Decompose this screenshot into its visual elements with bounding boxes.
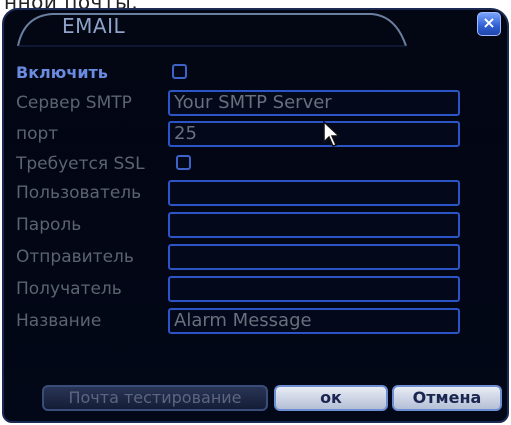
sender-label: Отправитель	[16, 247, 134, 267]
sender-row: Отправитель	[4, 244, 507, 272]
user-row: Пользователь	[4, 180, 507, 208]
ssl-label: Требуется SSL	[16, 154, 145, 174]
password-row: Пароль	[4, 212, 507, 240]
ssl-checkbox[interactable]	[176, 155, 191, 170]
dialog-title: EMAIL	[62, 14, 126, 38]
close-button[interactable]: ×	[477, 12, 501, 36]
subject-label: Название	[16, 311, 102, 331]
enable-label: Включить	[16, 63, 108, 82]
smtp-row: Сервер SMTP Your SMTP Server	[4, 90, 507, 118]
test-email-button[interactable]: Почта тестирование	[42, 385, 268, 411]
email-dialog: EMAIL × Включить Сервер SMTP Your SMTP S…	[2, 8, 509, 423]
smtp-server-field[interactable]: Your SMTP Server	[168, 90, 460, 116]
port-field[interactable]: 25	[168, 121, 460, 147]
title-bar: EMAIL ×	[4, 10, 507, 48]
port-label: порт	[16, 124, 59, 144]
user-label: Пользователь	[16, 183, 142, 203]
subject-field[interactable]: Alarm Message	[168, 308, 460, 334]
mouse-cursor-icon	[323, 120, 341, 147]
smtp-label: Сервер SMTP	[16, 93, 132, 113]
cancel-button[interactable]: Отмена	[392, 385, 502, 411]
password-label: Пароль	[16, 215, 82, 235]
receiver-label: Получатель	[16, 279, 122, 299]
user-field[interactable]	[168, 180, 460, 206]
enable-checkbox[interactable]	[172, 64, 187, 79]
receiver-field[interactable]	[168, 276, 460, 302]
ok-button[interactable]: ок	[274, 385, 388, 411]
receiver-row: Получатель	[4, 276, 507, 304]
password-field[interactable]	[168, 212, 460, 238]
ssl-row: Требуется SSL	[4, 151, 507, 179]
subject-row: Название Alarm Message	[4, 308, 507, 336]
enable-row: Включить	[4, 60, 507, 88]
sender-field[interactable]	[168, 244, 460, 270]
port-row: порт 25	[4, 121, 507, 149]
